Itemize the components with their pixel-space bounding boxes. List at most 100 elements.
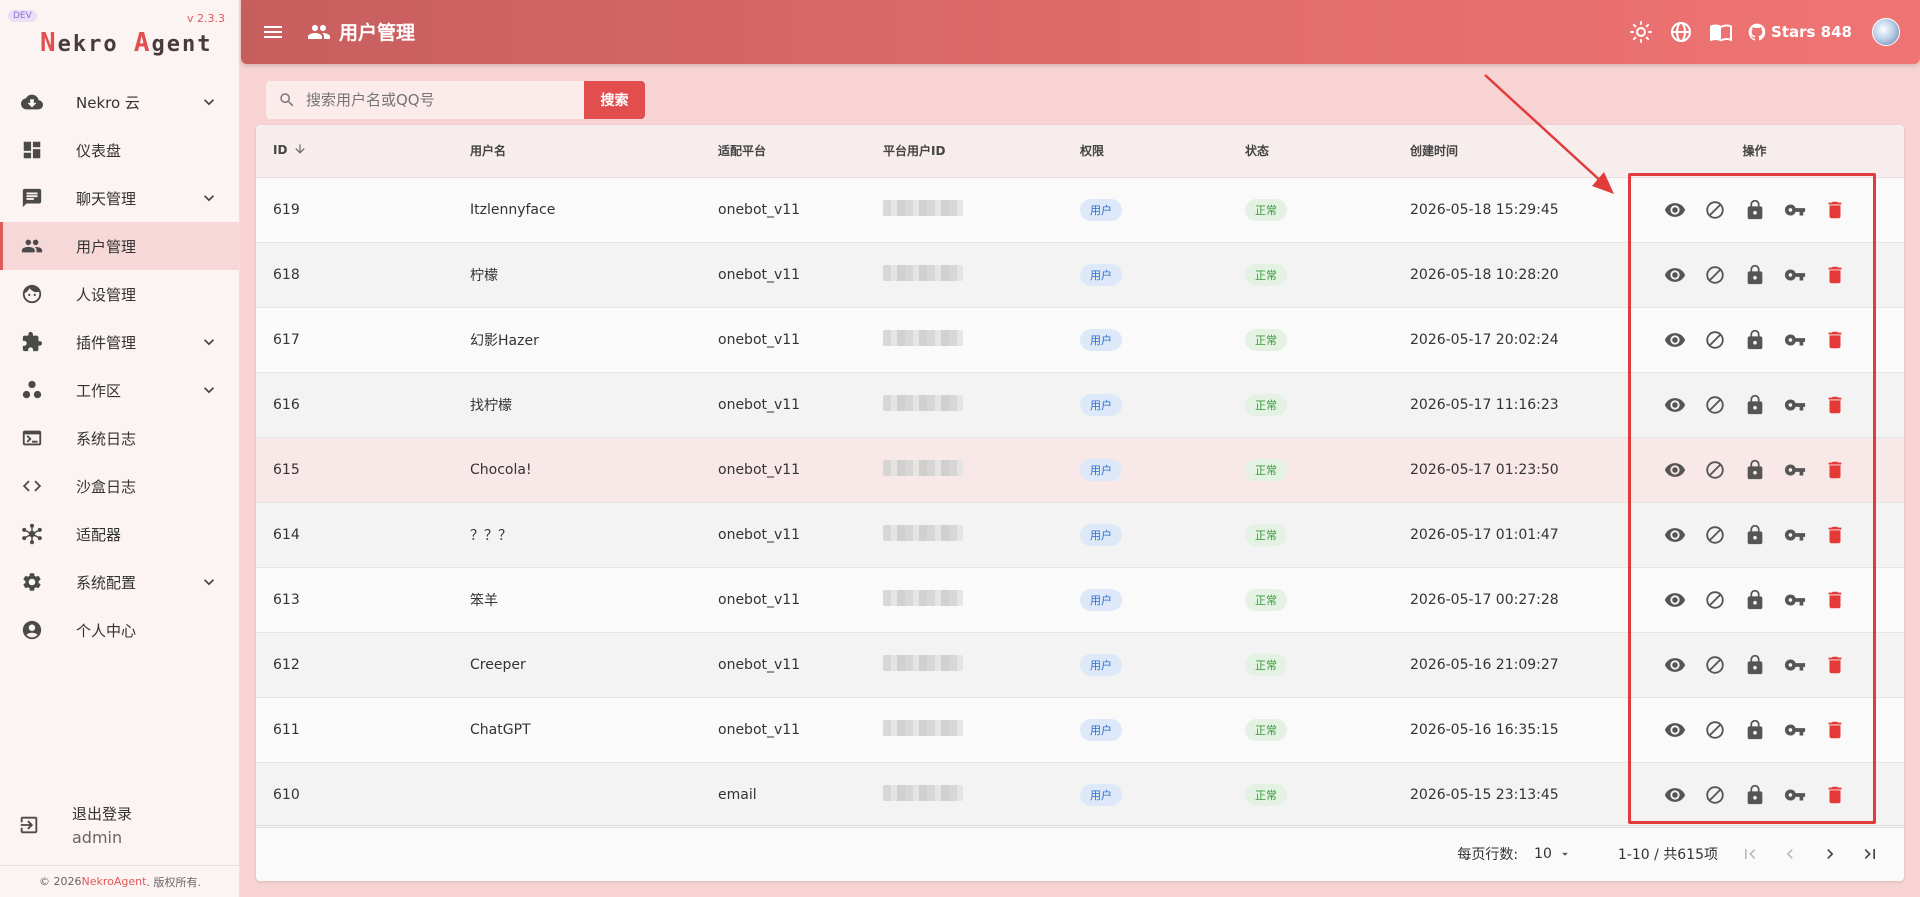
view-button[interactable]: [1655, 320, 1695, 360]
github-stars-button[interactable]: Stars 848: [1747, 22, 1852, 42]
view-button[interactable]: [1655, 580, 1695, 620]
delete-button[interactable]: [1815, 190, 1855, 230]
search-button[interactable]: 搜索: [584, 81, 645, 119]
lock-button[interactable]: [1735, 385, 1775, 425]
previous-page-button[interactable]: [1770, 834, 1810, 874]
delete-button[interactable]: [1815, 450, 1855, 490]
delete-button[interactable]: [1815, 775, 1855, 815]
sidebar-item-label: 工作区: [76, 381, 122, 400]
delete-button[interactable]: [1815, 255, 1855, 295]
ban-button[interactable]: [1695, 775, 1735, 815]
view-button[interactable]: [1655, 710, 1695, 750]
language-button[interactable]: [1667, 18, 1695, 46]
table-row[interactable]: 614 ？？？ onebot_v11 用户 正常 2026-05-17 01:0…: [256, 502, 1904, 567]
sidebar-item-workspace[interactable]: 工作区: [0, 366, 239, 414]
reset-password-button[interactable]: [1775, 515, 1815, 555]
reset-password-button[interactable]: [1775, 645, 1815, 685]
docs-button[interactable]: [1707, 18, 1735, 46]
view-button[interactable]: [1655, 515, 1695, 555]
column-header-created[interactable]: 创建时间: [1393, 125, 1605, 178]
reset-password-button[interactable]: [1775, 450, 1815, 490]
logout-button[interactable]: 退出登录 admin: [0, 800, 240, 852]
reset-password-button[interactable]: [1775, 190, 1815, 230]
sidebar-item-users[interactable]: 用户管理: [0, 222, 239, 270]
view-button[interactable]: [1655, 775, 1695, 815]
rows-per-page-select[interactable]: 10: [1534, 846, 1572, 862]
ban-button[interactable]: [1695, 450, 1735, 490]
lock-button[interactable]: [1735, 450, 1775, 490]
reset-password-button[interactable]: [1775, 320, 1815, 360]
delete-button[interactable]: [1815, 645, 1855, 685]
lock-button[interactable]: [1735, 255, 1775, 295]
ban-button[interactable]: [1695, 710, 1735, 750]
column-header-platform-user-id[interactable]: 平台用户ID: [866, 125, 1063, 178]
sidebar-item-sandbox-log[interactable]: 沙盒日志: [0, 462, 239, 510]
lock-button[interactable]: [1735, 710, 1775, 750]
sidebar-item-chat[interactable]: 聊天管理: [0, 174, 239, 222]
table-row[interactable]: 617 幻影Hazer onebot_v11 用户 正常 2026-05-17 …: [256, 307, 1904, 372]
next-page-button[interactable]: [1810, 834, 1850, 874]
sidebar-item-plugins[interactable]: 插件管理: [0, 318, 239, 366]
lock-button[interactable]: [1735, 515, 1775, 555]
sidebar-item-nekro-cloud[interactable]: Nekro 云: [0, 78, 239, 126]
ban-button[interactable]: [1695, 385, 1735, 425]
ban-button[interactable]: [1695, 255, 1735, 295]
table-row[interactable]: 611 ChatGPT onebot_v11 用户 正常 2026-05-16 …: [256, 697, 1904, 762]
delete-button[interactable]: [1815, 385, 1855, 425]
lock-button[interactable]: [1735, 190, 1775, 230]
lock-button[interactable]: [1735, 645, 1775, 685]
last-page-button[interactable]: [1850, 834, 1890, 874]
column-header-username[interactable]: 用户名: [453, 125, 701, 178]
table-row[interactable]: 616 找柠檬 onebot_v11 用户 正常 2026-05-17 11:1…: [256, 372, 1904, 437]
footer-link[interactable]: NekroAgent: [82, 875, 147, 888]
lock-button[interactable]: [1735, 580, 1775, 620]
ban-button[interactable]: [1695, 320, 1735, 360]
lock-button[interactable]: [1735, 320, 1775, 360]
reset-password-button[interactable]: [1775, 580, 1815, 620]
search-input[interactable]: [306, 91, 566, 109]
sidebar-item-system-log[interactable]: 系统日志: [0, 414, 239, 462]
view-button[interactable]: [1655, 255, 1695, 295]
table-row[interactable]: 610 email 用户 正常 2026-05-15 23:13:45: [256, 762, 1904, 827]
ban-button[interactable]: [1695, 580, 1735, 620]
ban-button[interactable]: [1695, 515, 1735, 555]
ban-button[interactable]: [1695, 190, 1735, 230]
column-header-permission[interactable]: 权限: [1063, 125, 1228, 178]
cell-username: Creeper: [470, 656, 526, 673]
table-row[interactable]: 619 Itzlennyface onebot_v11 用户 正常 2026-0…: [256, 177, 1904, 242]
sidebar-item-persona[interactable]: 人设管理: [0, 270, 239, 318]
ban-button[interactable]: [1695, 645, 1735, 685]
view-button[interactable]: [1655, 450, 1695, 490]
first-page-button[interactable]: [1730, 834, 1770, 874]
reset-password-button[interactable]: [1775, 710, 1815, 750]
column-header-id[interactable]: ID: [256, 125, 453, 178]
sidebar-item-profile[interactable]: 个人中心: [0, 606, 239, 654]
sidebar-item-adapters[interactable]: 适配器: [0, 510, 239, 558]
reset-password-button[interactable]: [1775, 255, 1815, 295]
table-row[interactable]: 618 柠檬 onebot_v11 用户 正常 2026-05-18 10:28…: [256, 242, 1904, 307]
delete-button[interactable]: [1815, 320, 1855, 360]
delete-button[interactable]: [1815, 710, 1855, 750]
brand-logo[interactable]: Nekro Agent: [40, 28, 213, 58]
delete-button[interactable]: [1815, 580, 1855, 620]
column-header-status[interactable]: 状态: [1228, 125, 1393, 178]
avatar[interactable]: [1872, 18, 1900, 46]
table-row[interactable]: 615 Chocola! onebot_v11 用户 正常 2026-05-17…: [256, 437, 1904, 502]
view-button[interactable]: [1655, 190, 1695, 230]
search-field[interactable]: [266, 81, 584, 119]
block-icon: [1705, 525, 1724, 544]
view-button[interactable]: [1655, 385, 1695, 425]
delete-button[interactable]: [1815, 515, 1855, 555]
menu-icon[interactable]: [261, 20, 285, 44]
view-button[interactable]: [1655, 645, 1695, 685]
table-row[interactable]: 613 笨羊 onebot_v11 用户 正常 2026-05-17 00:27…: [256, 567, 1904, 632]
sidebar-item-settings[interactable]: 系统配置: [0, 558, 239, 606]
column-header-platform[interactable]: 适配平台: [701, 125, 866, 178]
cell-created: 2026-05-17 11:16:23: [1410, 396, 1559, 413]
table-row[interactable]: 612 Creeper onebot_v11 用户 正常 2026-05-16 …: [256, 632, 1904, 697]
theme-toggle-button[interactable]: [1627, 18, 1655, 46]
reset-password-button[interactable]: [1775, 385, 1815, 425]
lock-button[interactable]: [1735, 775, 1775, 815]
sidebar-item-dashboard[interactable]: 仪表盘: [0, 126, 239, 174]
reset-password-button[interactable]: [1775, 775, 1815, 815]
